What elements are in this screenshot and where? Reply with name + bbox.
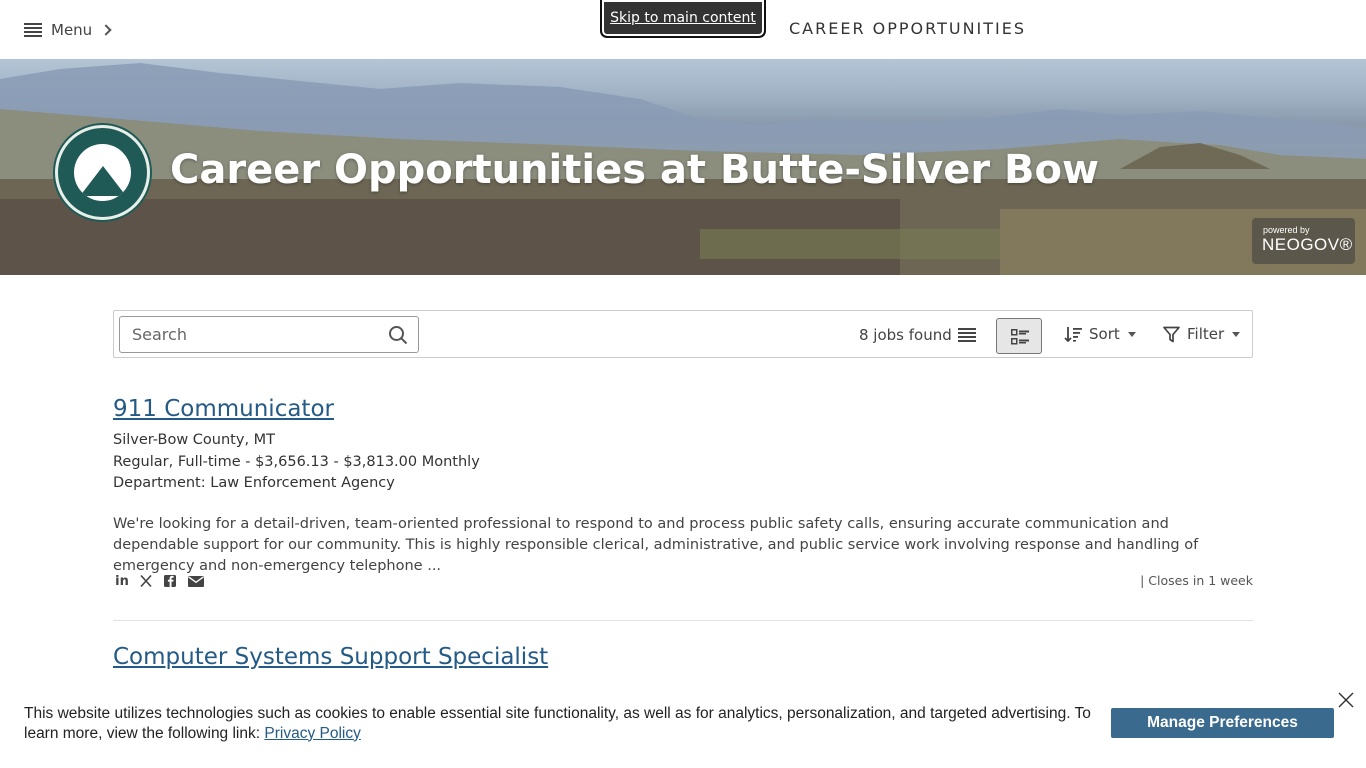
- close-icon[interactable]: [1337, 691, 1355, 709]
- job-title-link[interactable]: 911 Communicator: [113, 396, 334, 422]
- share-links: in: [113, 572, 205, 590]
- top-bar: Menu Skip to main content CAREER OPPORTU…: [0, 0, 1366, 59]
- email-icon[interactable]: [187, 572, 205, 590]
- job-department: Department: Law Enforcement Agency: [113, 475, 395, 491]
- caret-down-icon: [1232, 331, 1241, 337]
- neogov-badge[interactable]: powered by NEOGOV®: [1252, 218, 1355, 264]
- linkedin-icon[interactable]: in: [113, 572, 131, 590]
- sort-label: Sort: [1089, 325, 1120, 343]
- search-box: [119, 316, 419, 353]
- filter-label: Filter: [1187, 325, 1225, 343]
- menu-label: Menu: [51, 21, 93, 39]
- sort-icon: [1064, 327, 1082, 342]
- job-listing: Computer Systems Support Specialist: [113, 644, 1253, 684]
- manage-preferences-button[interactable]: Manage Preferences: [1111, 708, 1334, 738]
- caret-down-icon: [1127, 331, 1136, 337]
- closes-in-text: | Closes in 1 week: [1140, 573, 1253, 588]
- county-seal-logo: [55, 125, 150, 220]
- page-title: Career Opportunities at Butte-Silver Bow: [170, 147, 1099, 193]
- filter-icon: [1163, 326, 1180, 342]
- search-icon[interactable]: [388, 325, 408, 345]
- sort-button[interactable]: Sort: [1064, 325, 1136, 343]
- powered-by-label: powered by: [1263, 225, 1310, 235]
- cookie-message: This website utilizes technologies such …: [24, 704, 1104, 743]
- job-title-link[interactable]: Computer Systems Support Specialist: [113, 644, 548, 670]
- menu-button[interactable]: Menu: [24, 19, 112, 41]
- hero-banner: Career Opportunities at Butte-Silver Bow…: [0, 59, 1366, 275]
- skip-link-box: Skip to main content: [600, 0, 766, 38]
- job-type-salary: Regular, Full-time - $3,656.13 - $3,813.…: [113, 453, 480, 470]
- facebook-icon[interactable]: [161, 572, 179, 590]
- list-view-icon: [958, 328, 976, 342]
- job-toolbar: 8 jobs found Sort: [113, 310, 1253, 358]
- site-brand-title: CAREER OPPORTUNITIES: [789, 19, 1027, 38]
- card-view-icon: [1011, 329, 1029, 345]
- chevron-right-icon: [100, 24, 112, 36]
- jobs-found-count: 8 jobs found: [859, 326, 952, 344]
- filter-button[interactable]: Filter: [1163, 325, 1241, 343]
- list-view-button[interactable]: [958, 319, 976, 349]
- privacy-policy-link[interactable]: Privacy Policy: [264, 725, 360, 742]
- cookie-text: This website utilizes technologies such …: [24, 705, 1091, 742]
- cookie-consent-banner: This website utilizes technologies such …: [0, 687, 1366, 768]
- job-location: Silver-Bow County, MT: [113, 432, 276, 448]
- x-twitter-icon[interactable]: [137, 572, 155, 590]
- hamburger-icon: [24, 23, 42, 37]
- job-divider: [113, 620, 1253, 621]
- card-view-button[interactable]: [996, 318, 1042, 354]
- job-listing: 911 Communicator Silver-Bow County, MT R…: [113, 396, 1253, 596]
- neogov-logo-text: NEOGOV®: [1262, 235, 1353, 254]
- skip-to-main-content-link[interactable]: Skip to main content: [610, 10, 756, 26]
- job-description: We're looking for a detail-driven, team-…: [113, 515, 1199, 574]
- search-input[interactable]: [120, 317, 380, 352]
